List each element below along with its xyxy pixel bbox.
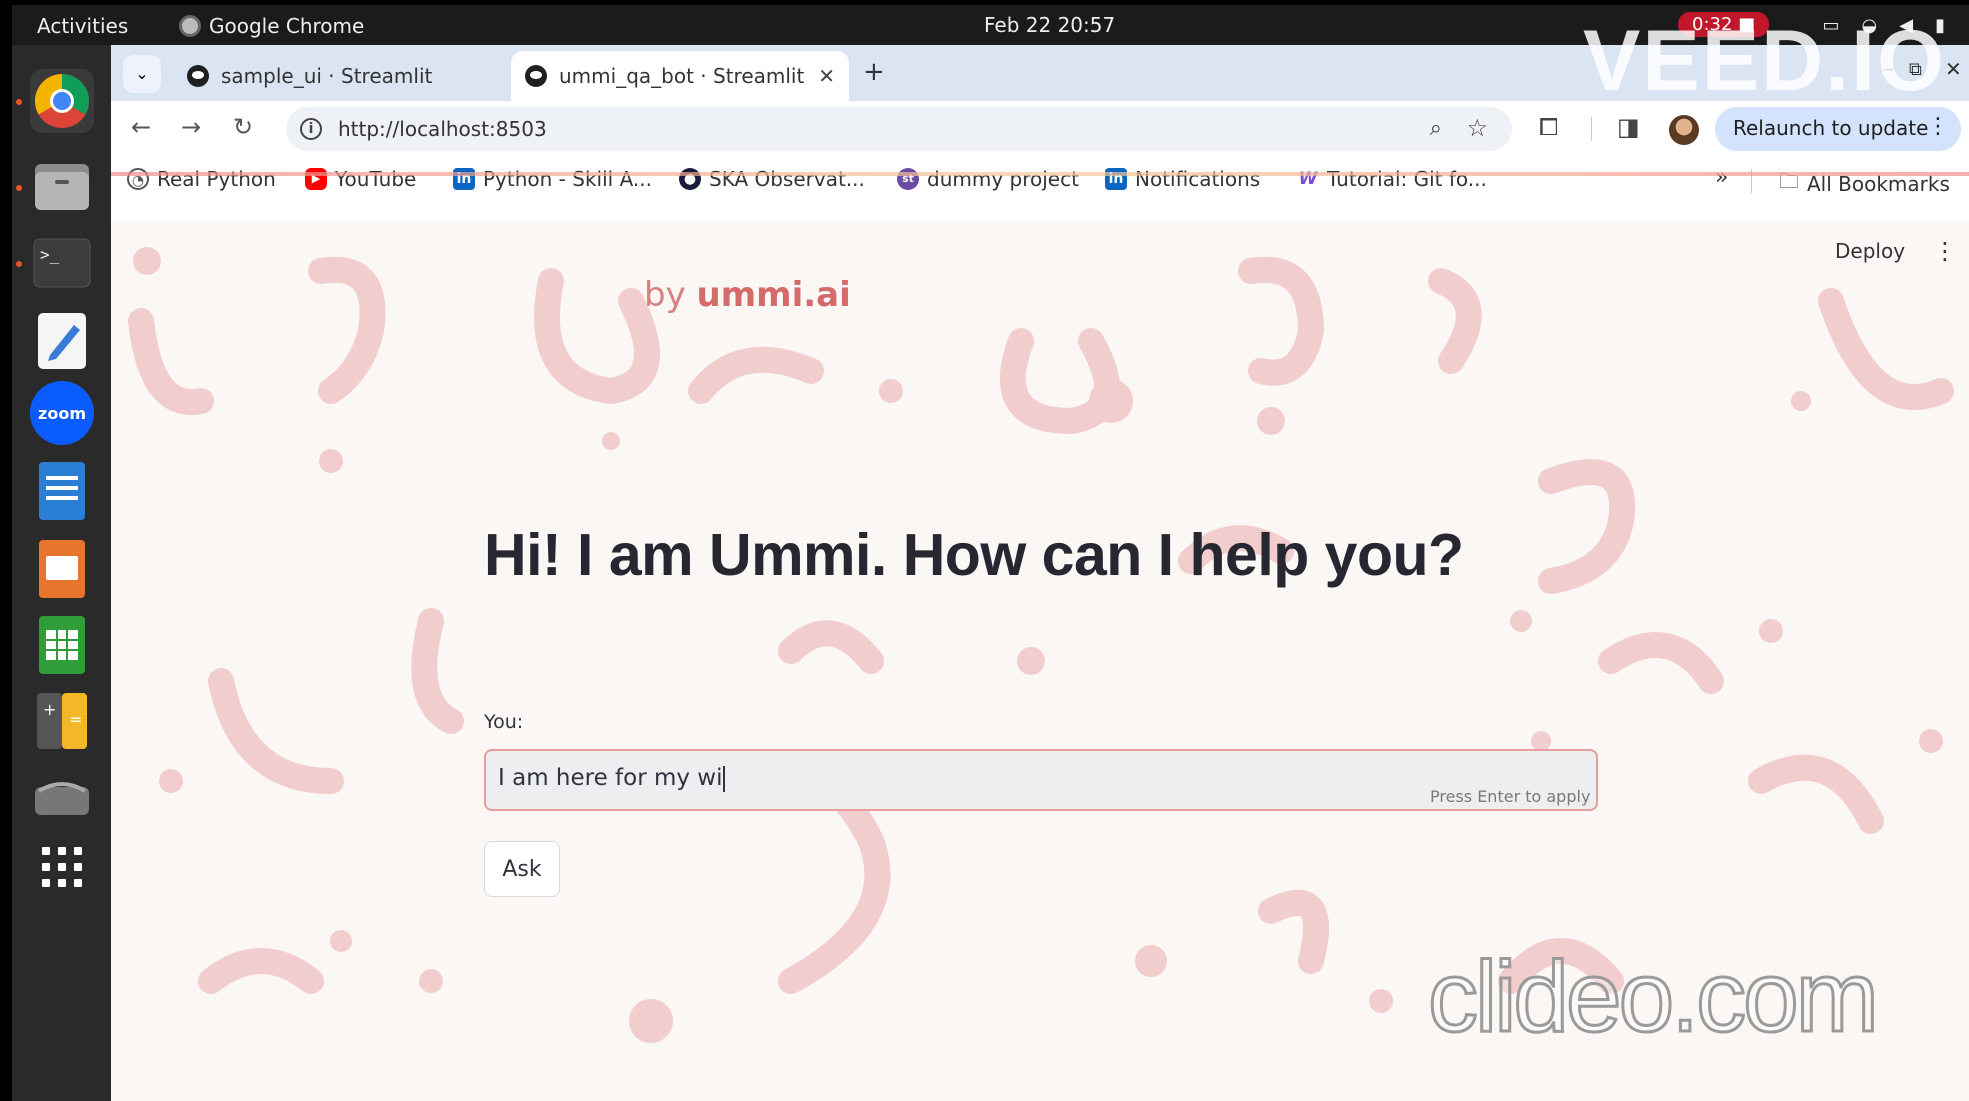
ummi-logo: by ummi.ai xyxy=(644,275,851,315)
svg-text:=: = xyxy=(69,710,82,729)
main-menu-kebab-icon[interactable]: ⋮ xyxy=(1933,237,1957,265)
desktop-screen: Activities Google Chrome Feb 22 20:57 0:… xyxy=(0,0,1969,1101)
bookmark-notifications[interactable]: in Notifications xyxy=(1105,167,1260,191)
text-editor-icon[interactable] xyxy=(30,309,94,373)
tab-title: sample_ui · Streamlit xyxy=(221,64,433,88)
chevron-down-icon: ⌄ xyxy=(135,64,149,83)
writer-icon[interactable] xyxy=(30,459,94,523)
bookmark-star-icon[interactable]: ☆ xyxy=(1466,114,1488,142)
logo-brand: ummi.ai xyxy=(696,275,851,315)
address-bar[interactable]: i http://localhost:8503 ⌕ ☆ xyxy=(286,107,1512,151)
zoom-icon[interactable]: zoom xyxy=(30,381,94,445)
site-info-icon[interactable]: i xyxy=(300,118,322,140)
svg-text:+: + xyxy=(43,700,56,719)
clideo-watermark: clideo.com xyxy=(1427,940,1881,1055)
app-menu[interactable]: Google Chrome xyxy=(179,14,364,38)
bookmark-git-tutorial[interactable]: W Tutorial: Git fo... xyxy=(1297,167,1487,191)
tab-ummi-qa-bot[interactable]: ummi_qa_bot · Streamlit ✕ xyxy=(511,51,849,101)
bookmark-label: Tutorial: Git fo... xyxy=(1327,167,1487,191)
calculator-icon[interactable]: + = xyxy=(30,689,94,753)
url-text: http://localhost:8503 xyxy=(338,117,547,141)
streamlit-favicon-icon xyxy=(525,65,547,87)
running-indicator xyxy=(16,99,22,105)
reload-icon[interactable]: ↻ xyxy=(233,113,253,141)
activities-button[interactable]: Activities xyxy=(37,14,128,38)
new-tab-button[interactable]: + xyxy=(863,57,885,87)
close-icon[interactable]: ✕ xyxy=(818,64,835,88)
bookmark-label: dummy project xyxy=(927,167,1079,191)
page-top-decoration xyxy=(111,172,1969,176)
side-panel-icon[interactable]: ◨ xyxy=(1617,113,1640,141)
bookmark-youtube[interactable]: ▶ YouTube xyxy=(305,167,416,191)
bookmark-label: YouTube xyxy=(335,167,417,191)
veed-watermark: VEED.IO xyxy=(1583,13,1946,109)
zoom-label: zoom xyxy=(38,403,86,423)
files-icon[interactable] xyxy=(30,155,94,219)
input-value: I am here for my wi xyxy=(498,765,723,791)
app-grid-icon[interactable] xyxy=(30,835,94,899)
more-bookmarks-icon[interactable]: » xyxy=(1715,165,1728,190)
dock: >_ zoom + = xyxy=(12,45,111,1101)
bookmark-label: Notifications xyxy=(1135,167,1261,191)
input-label: You: xyxy=(484,711,524,733)
page-title: Hi! I am Ummi. How can I help you? xyxy=(484,522,1464,588)
chrome-small-icon xyxy=(179,15,201,37)
text-caret xyxy=(722,765,725,792)
zoom-lens-icon[interactable]: ⌕ xyxy=(1430,116,1442,141)
forward-icon[interactable]: → xyxy=(181,113,201,141)
logo-prefix: by xyxy=(644,275,686,315)
bookmarks-bar: ◔ Real Python ▶ YouTube in Python - Skil… xyxy=(111,157,1969,205)
bookmark-ska-observatory[interactable]: ● SKA Observat... xyxy=(679,167,865,191)
bookmark-real-python[interactable]: ◔ Real Python xyxy=(127,167,276,191)
bookmark-python-skill[interactable]: in Python - Skill A... xyxy=(453,167,652,191)
deploy-button[interactable]: Deploy xyxy=(1835,239,1905,263)
scanner-icon[interactable] xyxy=(30,765,94,829)
bookmark-label: Real Python xyxy=(157,167,276,191)
chrome-icon[interactable] xyxy=(30,69,94,133)
back-icon[interactable]: ← xyxy=(131,113,151,141)
bookmark-dummy-project[interactable]: st dummy project xyxy=(897,167,1079,191)
kebab-menu-icon: ⋮ xyxy=(1927,114,1949,139)
clock[interactable]: Feb 22 20:57 xyxy=(984,13,1115,37)
relaunch-button[interactable]: Relaunch to update ⋮ xyxy=(1715,107,1961,151)
profile-avatar[interactable] xyxy=(1669,115,1699,145)
tab-search-button[interactable]: ⌄ xyxy=(123,55,161,93)
streamlit-favicon-icon xyxy=(187,65,209,87)
running-indicator xyxy=(16,261,22,267)
extensions-icon[interactable]: ⧠ xyxy=(1539,113,1558,141)
app-name: Google Chrome xyxy=(209,14,365,38)
toolbar-divider xyxy=(1591,117,1592,141)
close-window-icon[interactable]: ✕ xyxy=(1945,57,1962,81)
ask-button[interactable]: Ask xyxy=(484,841,560,897)
bookmark-label: SKA Observat... xyxy=(709,167,865,191)
relaunch-label: Relaunch to update xyxy=(1733,116,1929,140)
tab-title: ummi_qa_bot · Streamlit xyxy=(559,64,805,88)
bookmark-label: Python - Skill A... xyxy=(483,167,652,191)
terminal-icon[interactable]: >_ xyxy=(30,231,94,295)
running-indicator xyxy=(16,185,22,191)
impress-icon[interactable] xyxy=(30,537,94,601)
svg-text:>_: >_ xyxy=(40,245,60,264)
calc-icon[interactable] xyxy=(30,613,94,677)
input-hint: Press Enter to apply xyxy=(1430,787,1591,806)
